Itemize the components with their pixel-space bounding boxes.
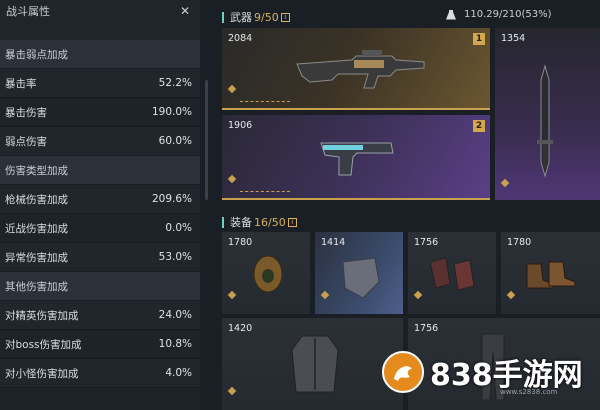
mask-icon bbox=[342, 257, 380, 299]
rarity-diamond-icon bbox=[413, 290, 423, 300]
sword-icon bbox=[537, 64, 553, 178]
equipment-card-helmet[interactable]: 1780 bbox=[222, 232, 310, 314]
stat-value: 190.0% bbox=[151, 106, 192, 118]
stat-label: 其他伤害加成 bbox=[5, 280, 68, 293]
dragon-logo-icon bbox=[382, 351, 424, 393]
carry-weight-value: 110.29/210(53%) bbox=[464, 9, 552, 20]
equipment-card-mask[interactable]: 1414 bbox=[315, 232, 403, 314]
stat-label: 枪械伤害加成 bbox=[5, 193, 68, 206]
stat-label: 伤害类型加成 bbox=[5, 164, 68, 177]
stat-value: 0.0% bbox=[165, 222, 192, 234]
equipment-card-boots[interactable]: 1780 bbox=[501, 232, 600, 314]
stats-section-header: 伤害类型加成 bbox=[0, 156, 200, 185]
equipment-card-gloves[interactable]: 1756 bbox=[408, 232, 496, 314]
stats-section-header: 暴击弱点加成 bbox=[0, 40, 200, 69]
equip-slot-badge: 2 bbox=[473, 120, 485, 132]
carry-weight: 110.29/210(53%) bbox=[446, 9, 551, 20]
stat-value: 53.0% bbox=[158, 251, 192, 263]
stats-section-header: 其他伤害加成 bbox=[0, 272, 200, 301]
stat-label: 暴击弱点加成 bbox=[5, 48, 68, 61]
site-watermark: 838手游网 www.s2838.com bbox=[382, 350, 583, 396]
pistol-icon bbox=[320, 142, 394, 176]
equipment-card-jacket[interactable]: 1420 bbox=[222, 318, 403, 410]
equipment-power: 1420 bbox=[228, 323, 253, 334]
boots-icon bbox=[526, 261, 576, 289]
info-icon[interactable]: i bbox=[287, 217, 297, 227]
stats-row: 枪械伤害加成 209.6% bbox=[0, 185, 200, 214]
stat-label: 对小怪伤害加成 bbox=[5, 367, 79, 380]
stats-row: 对精英伤害加成 24.0% bbox=[0, 301, 200, 330]
stats-row: 弱点伤害 60.0% bbox=[0, 127, 200, 156]
stat-label: 暴击率 bbox=[5, 77, 37, 90]
watermark-url: www.s2838.com bbox=[500, 388, 558, 396]
equipment-power: 1756 bbox=[414, 323, 439, 334]
stats-row: 对boss伤害加成 10.8% bbox=[0, 330, 200, 359]
rarity-diamond-icon bbox=[227, 386, 237, 396]
weapons-count: 9/50 bbox=[254, 10, 279, 24]
weapon-power: 1354 bbox=[501, 33, 526, 44]
rarity-diamond-icon bbox=[227, 174, 237, 184]
section-accent-bar bbox=[222, 216, 224, 228]
helmet-icon bbox=[253, 255, 283, 293]
weapon-card-sword[interactable]: 1354 bbox=[495, 28, 600, 200]
stat-label: 暴击伤害 bbox=[5, 106, 47, 119]
combat-stats-panel: 战斗属性 ✕ 暴击弱点加成 暴击率 52.2% 暴击伤害 190.0% 弱点伤害 60.0%… bbox=[0, 0, 200, 410]
stat-value: 52.2% bbox=[158, 77, 192, 89]
stats-row: 暴击率 52.2% bbox=[0, 69, 200, 98]
stats-panel-title: 战斗属性 bbox=[6, 5, 50, 18]
info-icon[interactable]: i bbox=[280, 12, 290, 22]
equipment-label: 装备 bbox=[230, 216, 252, 229]
stat-value: 4.0% bbox=[165, 367, 192, 379]
stat-label: 异常伤害加成 bbox=[5, 251, 68, 264]
rarity-diamond-icon bbox=[227, 290, 237, 300]
stat-value: 209.6% bbox=[151, 193, 192, 205]
weight-icon bbox=[446, 9, 456, 20]
close-icon[interactable]: ✕ bbox=[180, 4, 190, 18]
stat-label: 近战伤害加成 bbox=[5, 222, 68, 235]
equip-slot-badge: 1 bbox=[473, 33, 485, 45]
equipment-power: 1780 bbox=[228, 237, 253, 248]
section-accent-bar bbox=[222, 11, 224, 23]
rarity-diamond-icon bbox=[506, 290, 516, 300]
equipment-power: 1414 bbox=[321, 237, 346, 248]
stats-row: 近战伤害加成 0.0% bbox=[0, 214, 200, 243]
stat-label: 弱点伤害 bbox=[5, 135, 47, 148]
equipment-count: 16/50 bbox=[254, 215, 286, 229]
stat-label: 对boss伤害加成 bbox=[5, 338, 82, 351]
equipment-section-header: 装备 16/50 i bbox=[222, 214, 297, 230]
weapon-card-pistol[interactable]: 1906 2 bbox=[222, 115, 490, 200]
stat-label: 对精英伤害加成 bbox=[5, 309, 79, 322]
gloves-icon bbox=[429, 257, 475, 291]
stats-panel-header: 战斗属性 ✕ bbox=[0, 0, 200, 40]
upgrade-dashes bbox=[240, 191, 290, 192]
equipment-power: 1756 bbox=[414, 237, 439, 248]
weapon-card-rifle[interactable]: 2084 1 bbox=[222, 28, 490, 110]
weapons-label: 武器 bbox=[230, 11, 252, 24]
jacket-icon bbox=[291, 335, 339, 393]
stats-list: 暴击弱点加成 暴击率 52.2% 暴击伤害 190.0% 弱点伤害 60.0% 伤害类型加成枪… bbox=[0, 40, 200, 388]
stat-value: 24.0% bbox=[158, 309, 192, 321]
stat-value: 10.8% bbox=[158, 338, 192, 350]
equipment-power: 1780 bbox=[507, 237, 532, 248]
weapons-section-header: 武器 9/50 i bbox=[222, 9, 290, 25]
rarity-diamond-icon bbox=[320, 290, 330, 300]
rarity-diamond-icon bbox=[500, 178, 510, 188]
rifle-icon bbox=[296, 50, 425, 89]
stats-scrollbar[interactable] bbox=[205, 80, 208, 200]
stats-row: 暴击伤害 190.0% bbox=[0, 98, 200, 127]
stats-row: 异常伤害加成 53.0% bbox=[0, 243, 200, 272]
stats-row: 对小怪伤害加成 4.0% bbox=[0, 359, 200, 388]
upgrade-dashes bbox=[240, 101, 290, 102]
stat-value: 60.0% bbox=[158, 135, 192, 147]
weapon-power: 1906 bbox=[228, 120, 253, 131]
rarity-diamond-icon bbox=[227, 84, 237, 94]
weapon-power: 2084 bbox=[228, 33, 253, 44]
